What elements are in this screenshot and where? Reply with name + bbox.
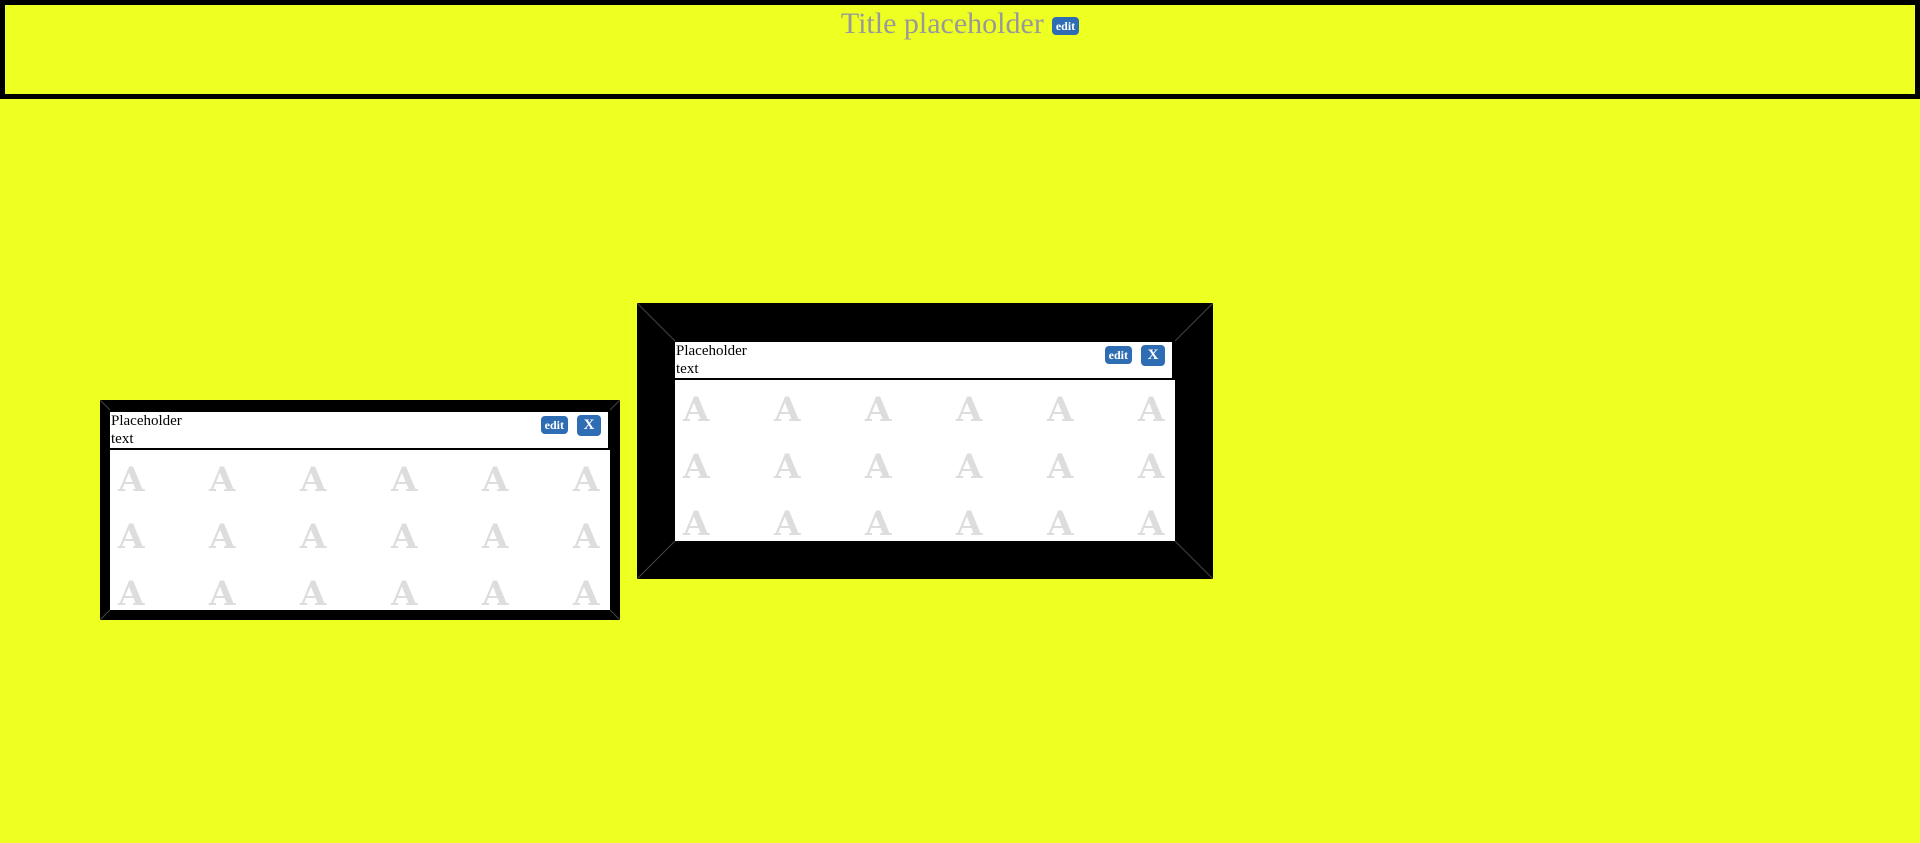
watermark-glyph: A (774, 447, 801, 487)
watermark-glyph: A (956, 504, 983, 541)
title-edit-button[interactable]: edit (1051, 17, 1080, 35)
watermark-glyph: A (1138, 390, 1165, 430)
card-header: Placeholder text edit X (110, 412, 608, 450)
watermark-glyph: A (865, 447, 892, 487)
watermark-glyph: A (300, 517, 327, 557)
watermark-glyph: A (573, 574, 600, 610)
watermark-glyph: A (391, 460, 418, 500)
watermark-glyph: A (300, 460, 327, 500)
watermark-glyph: A (956, 390, 983, 430)
card-title: Placeholder text (111, 413, 182, 447)
card-edit-button[interactable]: edit (540, 416, 568, 434)
page-title: Title placeholder (840, 7, 1044, 40)
watermark-glyph: A (1138, 504, 1165, 541)
card-close-button[interactable]: X (1141, 345, 1165, 366)
watermark-pattern: A A A A A A A A A A A A A A A A A A (118, 460, 610, 610)
watermark-glyph: A (482, 460, 509, 500)
watermark-glyph: A (118, 574, 145, 610)
watermark-glyph: A (209, 460, 236, 500)
watermark-glyph: A (482, 517, 509, 557)
watermark-glyph: A (865, 504, 892, 541)
watermark-glyph: A (1138, 447, 1165, 487)
watermark-glyph: A (683, 390, 710, 430)
page-header: Title placeholder edit (0, 0, 1920, 99)
watermark-glyph: A (573, 460, 600, 500)
watermark-glyph: A (209, 574, 236, 610)
card-content: A A A A A A A A A A A A A A A A A A (675, 380, 1175, 541)
watermark-pattern: A A A A A A A A A A A A A A A A A A (683, 390, 1175, 541)
card-close-button[interactable]: X (577, 415, 601, 436)
card-content: A A A A A A A A A A A A A A A A A A (110, 450, 610, 610)
card-title: Placeholder text (676, 343, 747, 377)
placeholder-card: Placeholder text edit X A A A A A A A A … (100, 400, 620, 620)
watermark-glyph: A (300, 574, 327, 610)
watermark-glyph: A (683, 447, 710, 487)
card-actions: edit X (540, 415, 601, 436)
watermark-glyph: A (482, 574, 509, 610)
watermark-glyph: A (573, 517, 600, 557)
watermark-glyph: A (1047, 504, 1074, 541)
watermark-glyph: A (118, 460, 145, 500)
title-bar: Title placeholder edit (5, 7, 1915, 41)
watermark-glyph: A (118, 517, 145, 557)
watermark-glyph: A (209, 517, 236, 557)
watermark-glyph: A (391, 574, 418, 610)
card-header: Placeholder text edit X (675, 342, 1172, 380)
watermark-glyph: A (956, 447, 983, 487)
card-actions: edit X (1104, 345, 1165, 366)
watermark-glyph: A (391, 517, 418, 557)
card-edit-button[interactable]: edit (1104, 346, 1132, 364)
watermark-glyph: A (683, 504, 710, 541)
placeholder-card: Placeholder text edit X A A A A A A A A … (637, 303, 1213, 579)
watermark-glyph: A (1047, 390, 1074, 430)
watermark-glyph: A (1047, 447, 1074, 487)
watermark-glyph: A (774, 504, 801, 541)
watermark-glyph: A (774, 390, 801, 430)
watermark-glyph: A (865, 390, 892, 430)
